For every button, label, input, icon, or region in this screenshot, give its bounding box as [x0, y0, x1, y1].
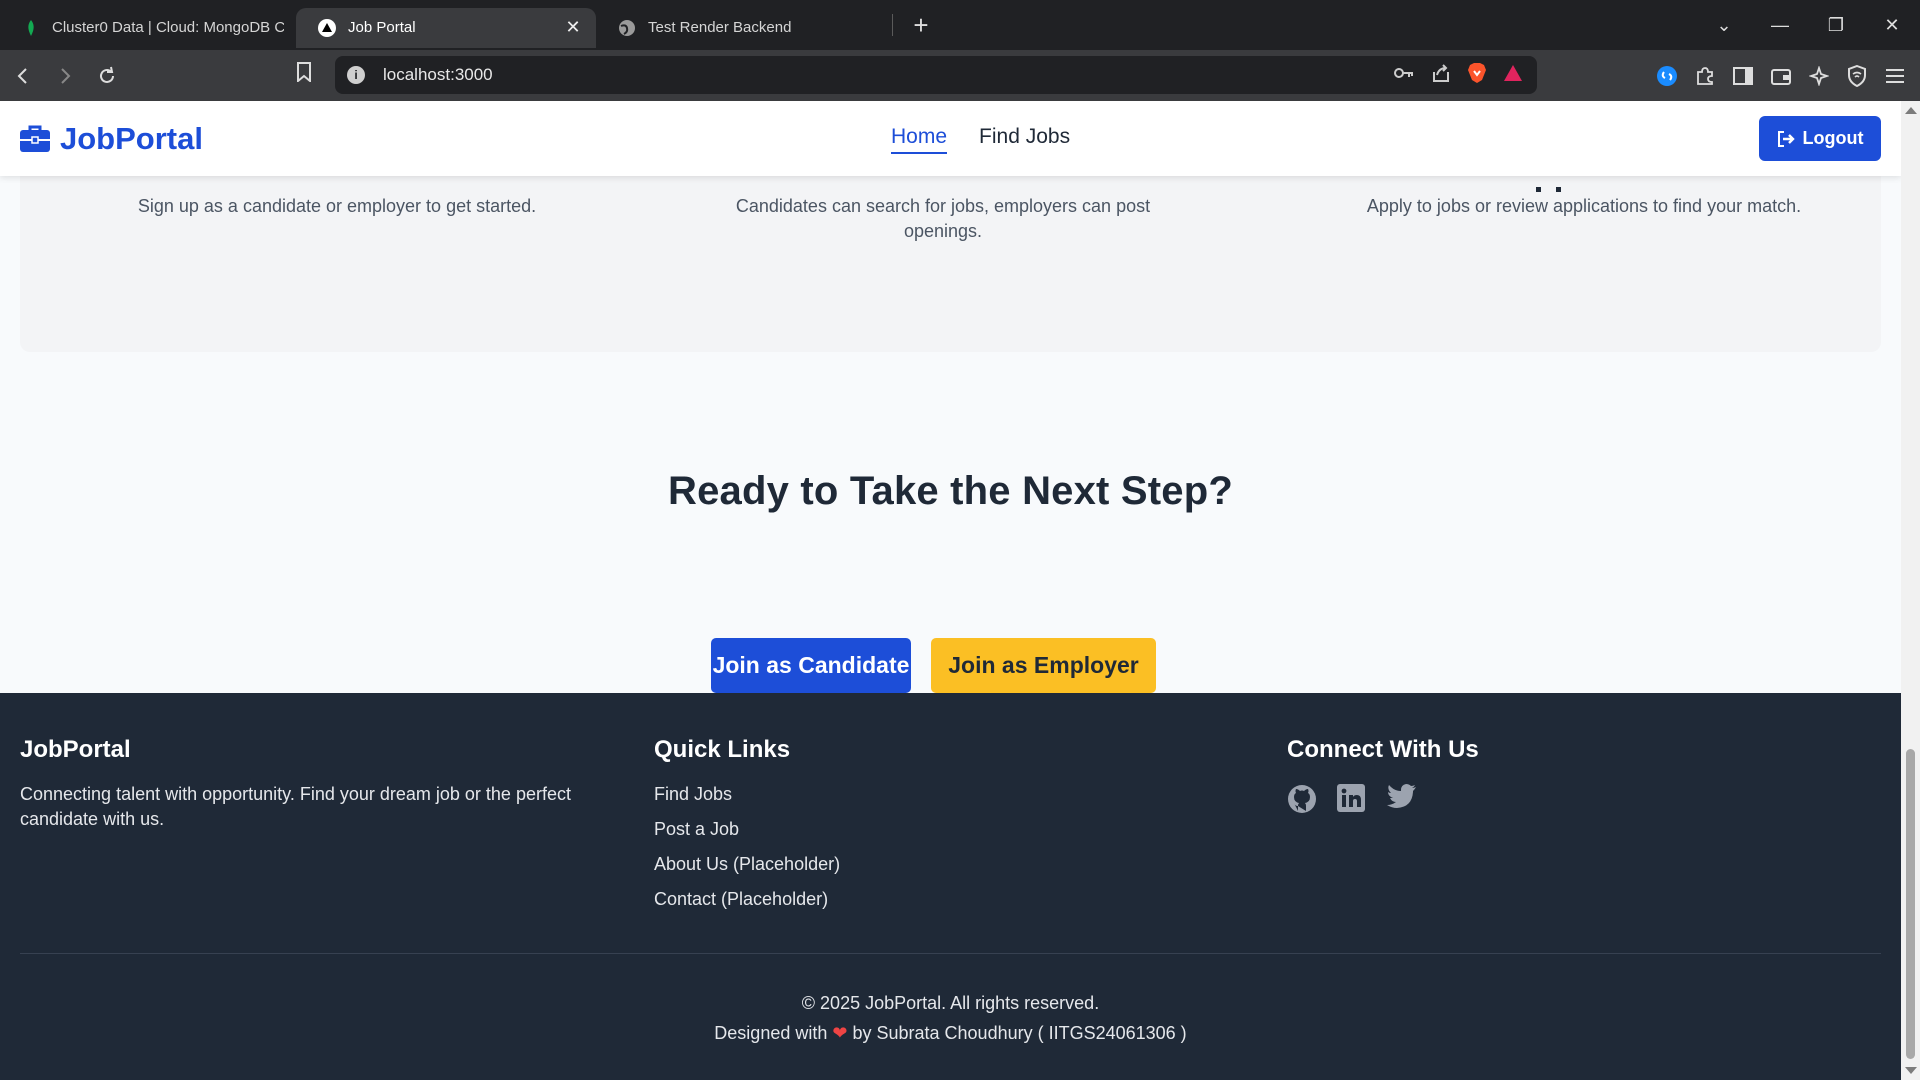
designed-suffix: by Subrata Choudhury ( IITGS24061306 ) [852, 1023, 1187, 1043]
twitter-icon[interactable] [1387, 784, 1417, 814]
site-info-icon[interactable]: i [347, 66, 365, 84]
close-icon[interactable]: ✕ [562, 17, 584, 39]
bookmark-icon[interactable] [296, 62, 312, 87]
brand-logo[interactable]: JobPortal [20, 121, 203, 157]
minimize-icon[interactable]: — [1752, 15, 1808, 36]
leo-ai-icon[interactable] [1806, 63, 1832, 89]
site-footer: JobPortal Connecting talent with opportu… [0, 693, 1901, 1080]
designed-prefix: Designed with [714, 1023, 828, 1043]
vercel-triangle-icon [318, 18, 336, 37]
copyright-text: © 2025 JobPortal. All rights reserved. [801, 993, 1100, 1013]
social-links [1287, 784, 1479, 814]
briefcase-icon [20, 125, 50, 152]
forward-icon[interactable] [46, 57, 84, 95]
footer-divider [20, 953, 1881, 954]
globe-icon [618, 19, 636, 37]
footer-link-post-a-job[interactable]: Post a Job [654, 817, 840, 842]
brand-name: JobPortal [60, 121, 203, 156]
tab-title: Job Portal [348, 19, 416, 36]
extensions-puzzle-icon[interactable] [1692, 63, 1718, 89]
browser-tab-render[interactable]: Test Render Backend [596, 8, 892, 48]
page-viewport: Sign up as a candidate or employer to ge… [0, 101, 1901, 1080]
join-as-employer-button[interactable]: Join as Employer [931, 638, 1156, 693]
footer-about-column: JobPortal Connecting talent with opportu… [20, 736, 620, 832]
footer-bottom: © 2025 JobPortal. All rights reserved. D… [0, 988, 1901, 1048]
quick-links-list: Find Jobs Post a Job About Us (Placehold… [654, 782, 840, 912]
nav-link-find-jobs[interactable]: Find Jobs [979, 125, 1070, 154]
scroll-down-arrow-icon[interactable] [1905, 1067, 1917, 1074]
footer-connect-column: Connect With Us [1287, 736, 1479, 814]
footer-link-contact[interactable]: Contact (Placeholder) [654, 887, 840, 912]
join-as-candidate-button[interactable]: Join as Candidate [711, 638, 911, 693]
scroll-up-arrow-icon[interactable] [1905, 107, 1917, 114]
cta-buttons: Join as Candidate Join as Employer [711, 638, 1156, 693]
scrollbar-thumb[interactable] [1906, 749, 1915, 1059]
tab-title: Test Render Backend [648, 19, 792, 36]
brave-shield-icon[interactable] [1467, 62, 1487, 89]
shazam-extension-icon[interactable] [1654, 63, 1680, 89]
browser-tab-job-portal[interactable]: Job Portal ✕ [296, 7, 596, 48]
tab-separator [892, 14, 893, 36]
step-description-sign-up: Sign up as a candidate or employer to ge… [137, 196, 537, 216]
close-window-icon[interactable]: ✕ [1864, 15, 1920, 36]
footer-connect-title: Connect With Us [1287, 736, 1479, 763]
call-to-action-section: Ready to Take the Next Step? Join as Can… [0, 469, 1901, 693]
linkedin-icon[interactable] [1337, 784, 1367, 814]
key-icon[interactable] [1393, 65, 1415, 85]
logout-icon [1777, 130, 1795, 147]
footer-link-about-us[interactable]: About Us (Placeholder) [654, 852, 840, 877]
logout-button[interactable]: Logout [1759, 116, 1881, 161]
logout-label: Logout [1802, 128, 1864, 148]
wallet-icon[interactable] [1768, 63, 1794, 89]
extensions-area [1654, 50, 1920, 101]
main-nav: Home Find Jobs [891, 125, 1070, 154]
site-header: JobPortal Home Find Jobs Logout [0, 101, 1901, 176]
share-icon[interactable] [1431, 63, 1451, 88]
step-description-search: Candidates can search for jobs, employer… [735, 196, 1151, 241]
vpn-shield-icon[interactable] [1844, 63, 1870, 89]
reload-icon[interactable] [88, 57, 126, 95]
footer-quick-links-column: Quick Links Find Jobs Post a Job About U… [654, 736, 840, 922]
mongodb-leaf-icon [22, 19, 40, 37]
new-tab-button[interactable]: + [901, 5, 941, 45]
sidebar-toggle-icon[interactable] [1730, 63, 1756, 89]
url-text: localhost:3000 [383, 65, 493, 84]
designed-by-line: Designed with ❤ by Subrata Choudhury ( I… [0, 1018, 1901, 1048]
footer-tagline: Connecting talent with opportunity. Find… [20, 784, 571, 829]
menu-icon[interactable] [1882, 63, 1908, 89]
step-description-apply: Apply to jobs or review applications to … [1366, 196, 1802, 216]
footer-link-find-jobs[interactable]: Find Jobs [654, 782, 840, 807]
brave-rewards-icon[interactable] [1503, 64, 1523, 87]
page-scrollbar[interactable] [1901, 101, 1920, 1080]
cta-heading: Ready to Take the Next Step? [668, 469, 1233, 513]
tab-title: Cluster0 Data | Cloud: MongoDB Clou [52, 19, 284, 36]
footer-brand: JobPortal [20, 736, 131, 763]
github-icon[interactable] [1287, 784, 1317, 814]
address-bar[interactable]: i localhost:3000 [335, 56, 1537, 94]
back-icon[interactable] [4, 57, 42, 95]
heart-icon: ❤ [832, 1023, 848, 1043]
browser-tab-bar: Cluster0 Data | Cloud: MongoDB Clou Job … [0, 0, 1920, 50]
browser-tab-mongodb[interactable]: Cluster0 Data | Cloud: MongoDB Clou [0, 8, 296, 48]
footer-quick-links-title: Quick Links [654, 736, 791, 763]
nav-link-home[interactable]: Home [891, 125, 948, 154]
window-controls: ⌄ — ❐ ✕ [1696, 0, 1920, 50]
browser-toolbar: i localhost:3000 [0, 50, 1920, 101]
restore-icon[interactable]: ❐ [1808, 15, 1864, 36]
tab-search-chevron-icon[interactable]: ⌄ [1696, 15, 1752, 36]
